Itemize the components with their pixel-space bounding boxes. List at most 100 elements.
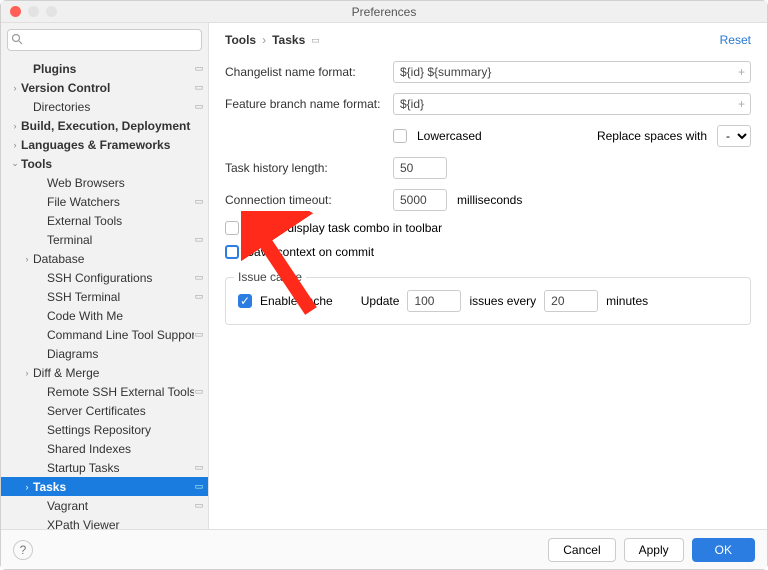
project-badge-icon [194,121,204,131]
changelist-field-wrap: + [393,61,751,83]
plus-icon[interactable]: + [738,65,745,79]
tree-item-label: Build, Execution, Deployment [21,119,194,133]
tree-item-label: Version Control [21,81,194,95]
sidebar: Plugins▭›Version Control▭Directories▭›Bu… [1,23,209,529]
tree-item-label: Startup Tasks [47,461,194,475]
tree-item-build-execution-deployment[interactable]: ›Build, Execution, Deployment [1,116,208,135]
tree-item-tools[interactable]: ⌄Tools [1,154,208,173]
project-badge-icon: ▭ [194,482,204,492]
breadcrumb-root[interactable]: Tools [225,33,256,47]
tree-item-label: Tasks [33,480,194,494]
project-badge-icon: ▭ [311,35,321,46]
tree-item-label: Diff & Merge [33,366,194,380]
project-badge-icon [194,311,204,321]
tree-item-shared-indexes[interactable]: Shared Indexes [1,439,208,458]
titlebar: Preferences [1,1,767,23]
plus-icon[interactable]: + [738,97,745,111]
tree-item-code-with-me[interactable]: Code With Me [1,306,208,325]
breadcrumb: Tools › Tasks ▭ Reset [225,33,751,47]
branch-label: Feature branch name format: [225,97,393,111]
always-display-checkbox[interactable] [225,221,239,235]
search-input[interactable] [7,29,202,51]
settings-tree[interactable]: Plugins▭›Version Control▭Directories▭›Bu… [1,57,208,529]
project-badge-icon [194,425,204,435]
project-badge-icon: ▭ [194,64,204,74]
tree-item-label: Remote SSH External Tools [47,385,194,399]
footer: ? Cancel Apply OK [1,529,767,569]
tree-item-web-browsers[interactable]: Web Browsers [1,173,208,192]
issue-cache-legend: Issue cache [234,270,306,284]
breadcrumb-current: Tasks [272,33,305,47]
help-icon[interactable]: ? [13,540,33,560]
update-count-input[interactable] [407,290,461,312]
enable-cache-label: Enable cache [260,294,333,308]
project-badge-icon: ▭ [194,292,204,302]
issue-cache-group: Issue cache ✓ Enable cache Update issues… [225,277,751,325]
tree-item-label: XPath Viewer [47,518,194,530]
tree-item-version-control[interactable]: ›Version Control▭ [1,78,208,97]
tree-item-label: Database [33,252,194,266]
project-badge-icon [194,520,204,530]
tree-item-xpath-viewer[interactable]: XPath Viewer [1,515,208,529]
tree-item-settings-repository[interactable]: Settings Repository [1,420,208,439]
project-badge-icon [194,349,204,359]
ok-button[interactable]: OK [692,538,755,562]
tree-item-diff-merge[interactable]: ›Diff & Merge [1,363,208,382]
history-label: Task history length: [225,161,393,175]
chevron-icon: › [23,254,31,264]
tree-item-directories[interactable]: Directories▭ [1,97,208,116]
tree-item-external-tools[interactable]: External Tools [1,211,208,230]
project-badge-icon [194,444,204,454]
chevron-icon: › [11,121,19,131]
tree-item-label: Terminal [47,233,194,247]
reset-link[interactable]: Reset [720,33,751,47]
project-badge-icon: ▭ [194,501,204,511]
lowercased-label: Lowercased [417,129,482,143]
changelist-label: Changelist name format: [225,65,393,79]
project-badge-icon [194,159,204,169]
tree-item-vagrant[interactable]: Vagrant▭ [1,496,208,515]
project-badge-icon [194,406,204,416]
timeout-input[interactable] [393,189,447,211]
tree-item-label: SSH Configurations [47,271,194,285]
tree-item-server-certificates[interactable]: Server Certificates [1,401,208,420]
tree-item-command-line-tool-support[interactable]: Command Line Tool Support▭ [1,325,208,344]
project-badge-icon [194,368,204,378]
history-input[interactable] [393,157,447,179]
tree-item-label: File Watchers [47,195,194,209]
branch-input[interactable] [393,93,751,115]
tree-item-ssh-configurations[interactable]: SSH Configurations▭ [1,268,208,287]
tree-item-terminal[interactable]: Terminal▭ [1,230,208,249]
update-minutes-input[interactable] [544,290,598,312]
project-badge-icon: ▭ [194,197,204,207]
save-context-checkbox[interactable] [225,245,239,259]
tree-item-label: Diagrams [47,347,194,361]
enable-cache-checkbox[interactable]: ✓ [238,294,252,308]
tree-item-file-watchers[interactable]: File Watchers▭ [1,192,208,211]
tree-item-remote-ssh-external-tools[interactable]: Remote SSH External Tools▭ [1,382,208,401]
changelist-input[interactable] [393,61,751,83]
update-label: Update [361,294,400,308]
apply-button[interactable]: Apply [624,538,684,562]
save-context-label: Save context on commit [246,245,374,259]
chevron-icon: › [23,368,31,378]
tree-item-plugins[interactable]: Plugins▭ [1,59,208,78]
cancel-button[interactable]: Cancel [548,538,615,562]
project-badge-icon: ▭ [194,463,204,473]
lowercased-checkbox[interactable] [393,129,407,143]
chevron-icon: › [11,83,19,93]
replace-select[interactable]: - [717,125,751,147]
tree-item-database[interactable]: ›Database [1,249,208,268]
tree-item-label: Code With Me [47,309,194,323]
tree-item-diagrams[interactable]: Diagrams [1,344,208,363]
tree-item-ssh-terminal[interactable]: SSH Terminal▭ [1,287,208,306]
chevron-icon: › [11,140,19,150]
tree-item-label: SSH Terminal [47,290,194,304]
project-badge-icon: ▭ [194,273,204,283]
project-badge-icon: ▭ [194,102,204,112]
tree-item-label: Vagrant [47,499,194,513]
tree-item-startup-tasks[interactable]: Startup Tasks▭ [1,458,208,477]
tree-item-languages-frameworks[interactable]: ›Languages & Frameworks [1,135,208,154]
tree-item-tasks[interactable]: ›Tasks▭ [1,477,208,496]
tree-item-label: External Tools [47,214,194,228]
